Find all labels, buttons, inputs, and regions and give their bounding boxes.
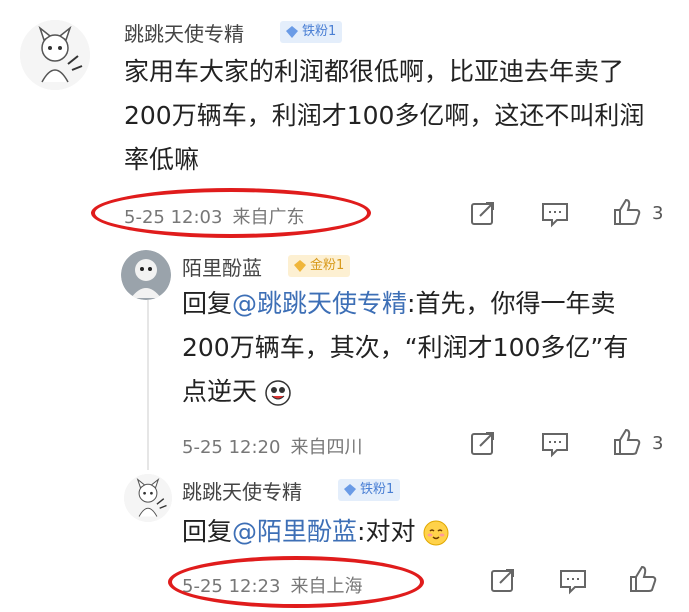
like-icon[interactable] — [628, 564, 658, 594]
diamond-icon — [286, 26, 298, 38]
fan-badge-label: 铁粉1 — [360, 482, 395, 497]
comment-text: 家用车大家的利润都很低啊，比亚迪去年卖了200万辆车，利润才100多亿啊，这还不… — [124, 57, 645, 174]
annotation-circle — [91, 188, 371, 238]
blush-emoji — [423, 520, 449, 546]
comment-text: 回复@陌里酚蓝:对对 — [182, 510, 652, 554]
fan-badge[interactable]: 金粉1 — [288, 255, 351, 277]
comment-2: 陌里酚蓝 金粉1 回复@跳跳天使专精:首先，你得一年卖200万辆车，其次，“利润… — [0, 240, 689, 460]
comment-icon[interactable] — [540, 199, 570, 229]
laugh-emoji — [265, 380, 291, 406]
fan-badge-label: 金粉1 — [310, 258, 345, 273]
comment-meta: 5-25 12:20 来自四川 — [182, 433, 372, 459]
annotation-circle — [168, 556, 424, 608]
comment-icon[interactable] — [540, 429, 570, 459]
username[interactable]: 陌里酚蓝 — [182, 252, 262, 281]
like-icon[interactable] — [612, 197, 642, 227]
fan-badge[interactable]: 铁粉1 — [338, 479, 401, 501]
like-count: 3 — [652, 433, 664, 454]
comment-3: 跳跳天使专精 铁粉1 回复@陌里酚蓝:对对 5-25 12:23 来自上海 — [0, 460, 689, 612]
reply-prefix: 回复 — [182, 289, 233, 318]
diamond-icon — [294, 260, 306, 272]
like-count: 3 — [652, 203, 664, 224]
avatar[interactable] — [121, 250, 171, 300]
share-icon[interactable] — [488, 566, 518, 596]
fan-badge[interactable]: 铁粉1 — [280, 21, 343, 43]
mention-link[interactable]: @陌里酚蓝 — [232, 517, 357, 546]
avatar[interactable] — [20, 20, 90, 90]
comment-time: 5-25 12:20 — [182, 437, 281, 458]
share-icon[interactable] — [468, 429, 498, 459]
reply-prefix: 回复 — [182, 517, 233, 546]
avatar[interactable] — [124, 474, 172, 522]
fan-badge-label: 铁粉1 — [302, 24, 337, 39]
comment-location: 来自四川 — [290, 437, 363, 458]
mention-link[interactable]: @跳跳天使专精 — [232, 289, 407, 318]
comment-text: 回复@跳跳天使专精:首先，你得一年卖200万辆车，其次，“利润才100多亿”有点… — [182, 282, 652, 414]
share-icon[interactable] — [468, 199, 498, 229]
like-icon[interactable] — [612, 427, 642, 457]
username[interactable]: 跳跳天使专精 — [182, 476, 302, 505]
comment-icon[interactable] — [558, 566, 588, 596]
diamond-icon — [344, 484, 356, 496]
reply-text: :对对 — [357, 517, 416, 546]
comment-1: 跳跳天使专精 铁粉1 家用车大家的利润都很低啊，比亚迪去年卖了200万辆车，利润… — [0, 0, 689, 240]
username[interactable]: 跳跳天使专精 — [124, 18, 244, 47]
